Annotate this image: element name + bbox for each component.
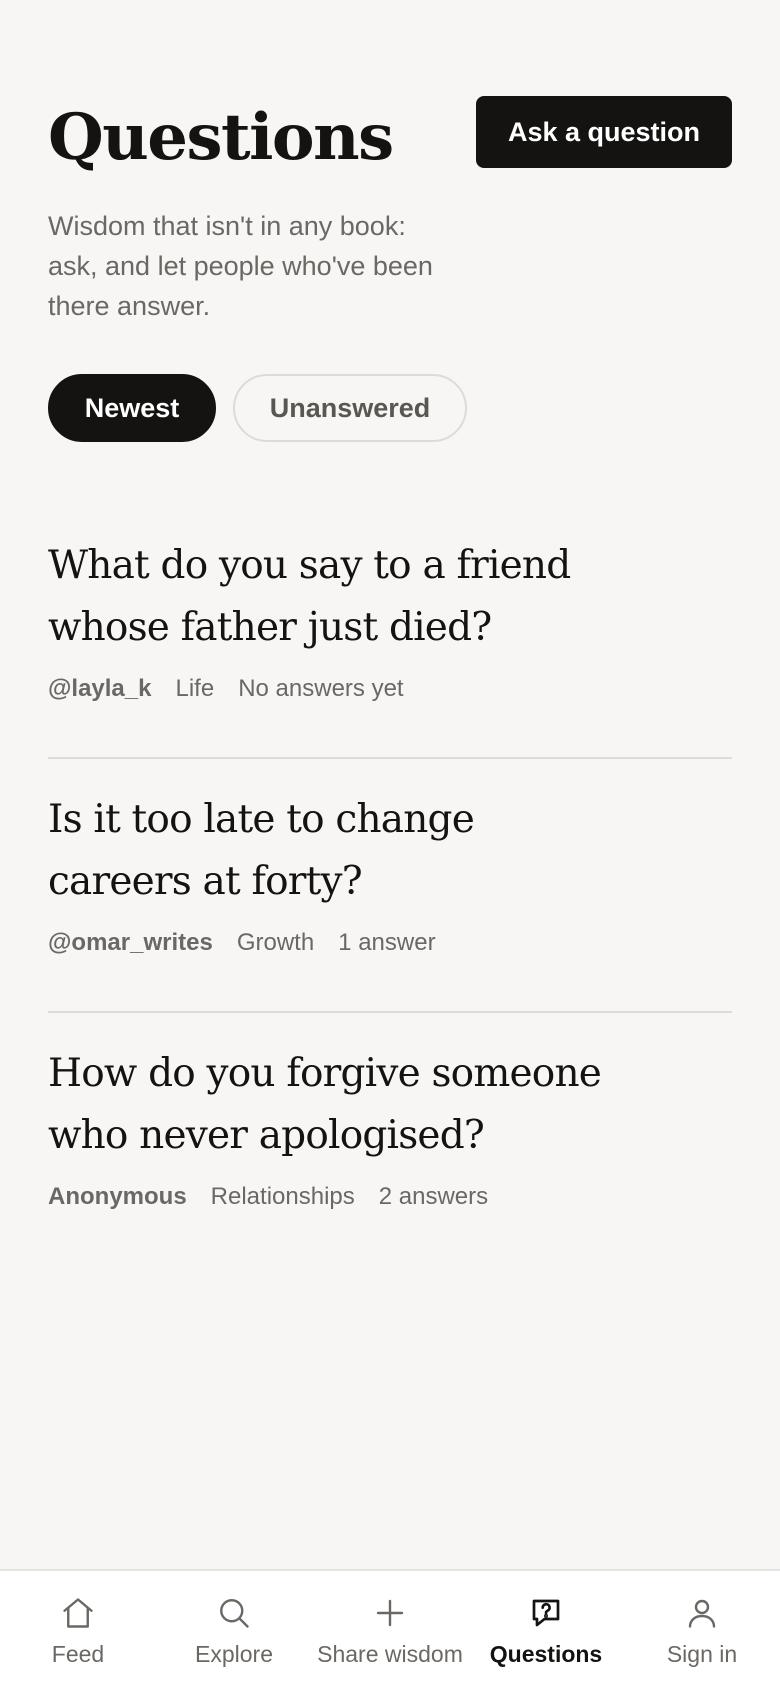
bottom-navigation: Feed Explore Share wisdom Questions Sign…: [0, 1569, 780, 1688]
nav-share-wisdom[interactable]: Share wisdom: [312, 1571, 468, 1688]
question-author[interactable]: @omar_writes: [48, 927, 213, 959]
plus-icon: [376, 1599, 404, 1627]
nav-questions-label: Questions: [489, 1641, 603, 1667]
nav-feed[interactable]: Feed: [0, 1571, 156, 1688]
question-title[interactable]: How do you forgive someone who never apo…: [48, 1043, 608, 1167]
nav-feed-label: Feed: [51, 1641, 105, 1667]
home-icon: [63, 1598, 93, 1628]
question-meta: @layla_k Life No answers yet: [48, 673, 404, 705]
question-title[interactable]: Is it too late to change careers at fort…: [48, 789, 608, 913]
question-author[interactable]: @layla_k: [48, 673, 151, 705]
nav-sign-in[interactable]: Sign in: [624, 1571, 780, 1688]
nav-explore[interactable]: Explore: [156, 1571, 312, 1688]
question-category[interactable]: Relationships: [211, 1181, 355, 1213]
question-answer-count: 2 answers: [378, 1183, 489, 1210]
filter-unanswered[interactable]: Unanswered: [233, 374, 467, 442]
page-subtitle: Wisdom that isn't in any book: ask, and …: [48, 211, 433, 321]
question-item[interactable]: What do you say to a friend whose father…: [48, 505, 732, 759]
question-bubble-icon: [532, 1599, 560, 1627]
user-icon: [688, 1599, 716, 1628]
question-item[interactable]: How do you forgive someone who never apo…: [48, 1013, 732, 1267]
question-category[interactable]: Life: [175, 673, 214, 705]
nav-sign-in-label: Sign in: [666, 1641, 738, 1667]
question-meta: @omar_writes Growth 1 answer: [48, 927, 436, 959]
question-answer-count: No answers yet: [238, 675, 404, 702]
nav-share-wisdom-label: Share wisdom: [317, 1641, 463, 1667]
questions-page: Questions Ask a question Wisdom that isn…: [0, 0, 780, 1569]
filter-tabs: Newest Unanswered: [48, 374, 467, 442]
question-category[interactable]: Growth: [237, 927, 314, 959]
page-title: Questions: [48, 100, 394, 175]
question-meta: Anonymous Relationships 2 answers: [48, 1181, 488, 1213]
question-author: Anonymous: [48, 1183, 187, 1210]
search-icon: [220, 1599, 249, 1628]
ask-question-button[interactable]: Ask a question: [476, 96, 732, 168]
question-title[interactable]: What do you say to a friend whose father…: [48, 535, 608, 659]
filter-newest[interactable]: Newest: [48, 374, 216, 442]
question-item[interactable]: Is it too late to change careers at fort…: [48, 759, 732, 1013]
question-list: What do you say to a friend whose father…: [48, 505, 732, 1267]
question-answer-count: 1 answer: [338, 929, 436, 956]
nav-questions[interactable]: Questions: [468, 1571, 624, 1688]
nav-explore-label: Explore: [195, 1641, 273, 1667]
